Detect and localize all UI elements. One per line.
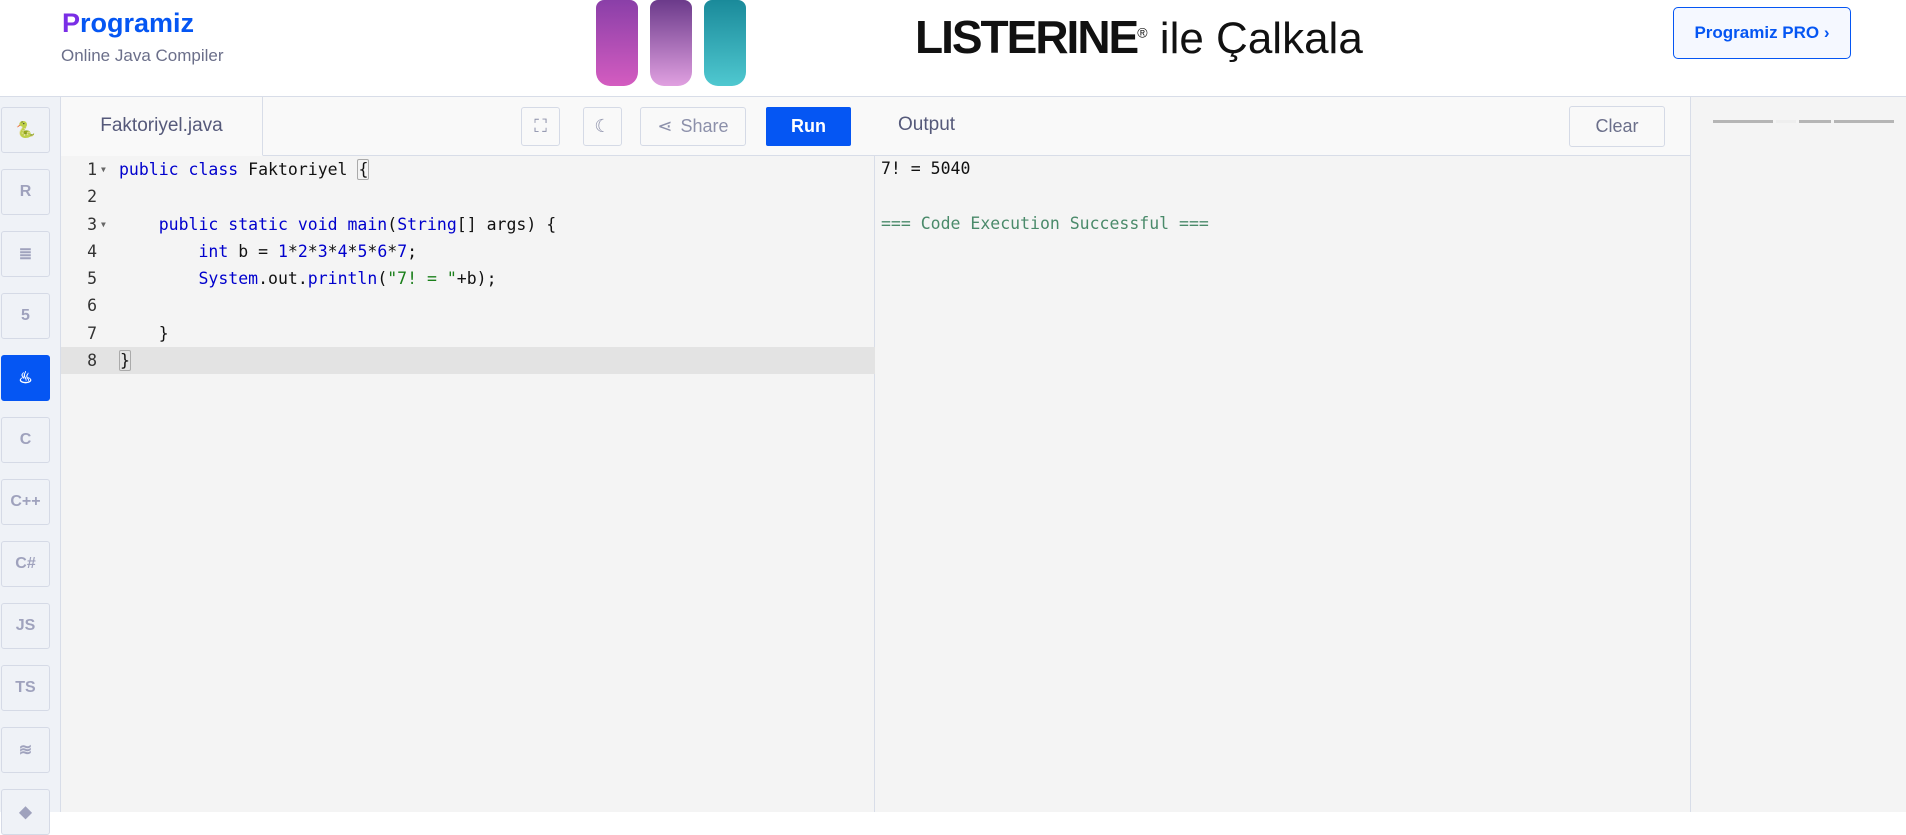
more-icon: ◆ (19, 804, 32, 821)
sidebar-item-cpp[interactable]: C++ (1, 479, 50, 525)
sidebar-item-c[interactable]: C (1, 417, 50, 463)
clear-button[interactable]: Clear (1569, 106, 1665, 147)
sidebar-item-r[interactable]: R (1, 169, 50, 215)
csharp-icon: C# (15, 555, 36, 572)
dark-mode-moon-icon[interactable]: ☾ (583, 107, 622, 146)
swift-icon: ≋ (18, 742, 33, 759)
execution-status: === Code Execution Successful === (881, 214, 1209, 233)
output-line: 7! = 5040 (881, 159, 971, 178)
c-icon: C (19, 431, 32, 448)
python-icon: 🐍 (15, 122, 36, 139)
share-button[interactable]: ⋖ Share (640, 107, 746, 146)
advertisement-banner[interactable]: LISTERINE® ile Çalkala (540, 0, 1363, 97)
language-sidebar: 🐍 R ≣ 5 ♨ C C++ C# JS TS ≋ ◆ (0, 97, 61, 835)
cpp-icon: C++ (10, 493, 41, 510)
code-area[interactable]: 1 ▼ public class Faktoriyel { 2 3 ▼ public … (61, 156, 875, 375)
run-button[interactable]: Run (766, 107, 851, 146)
loading-placeholder (1713, 120, 1773, 123)
editor-toolbar: Faktoriyel.java ⛶ ☾ ⋖ Share Run (61, 97, 875, 156)
sidebar-item-more[interactable]: ◆ (1, 789, 50, 835)
sidebar-item-python[interactable]: 🐍 (1, 107, 50, 153)
code-editor-panel: Faktoriyel.java ⛶ ☾ ⋖ Share Run 1 ▼ public … (61, 97, 875, 812)
r-icon: R (19, 183, 32, 200)
sidebar-item-html[interactable]: 5 (1, 293, 50, 339)
sidebar-item-javascript[interactable]: JS (1, 603, 50, 649)
header: Programiz Online Java Compiler LISTERINE… (0, 0, 1906, 97)
typescript-icon: TS (15, 679, 36, 696)
sql-icon: ≣ (18, 246, 33, 263)
right-panel (1690, 97, 1906, 812)
programiz-logo[interactable]: Programiz (62, 8, 194, 39)
output-title: Output (898, 114, 956, 135)
output-header: Output Clear (875, 97, 1690, 156)
sidebar-item-swift[interactable]: ≋ (1, 727, 50, 773)
share-icon: ⋖ (657, 116, 673, 136)
fullscreen-icon[interactable]: ⛶ (521, 107, 560, 146)
ad-product-image (596, 0, 746, 86)
sidebar-item-csharp[interactable]: C# (1, 541, 50, 587)
html-icon: 5 (21, 307, 30, 324)
javascript-icon: JS (15, 617, 36, 634)
ad-text: LISTERINE® ile Çalkala (915, 11, 1363, 63)
sidebar-item-java[interactable]: ♨ (1, 355, 50, 401)
output-panel: Output Clear 7! = 5040 === Code Executio… (875, 97, 1690, 812)
programiz-pro-button[interactable]: Programiz PRO › (1673, 7, 1851, 59)
java-icon: ♨ (18, 370, 33, 387)
page-subtitle: Online Java Compiler (61, 46, 224, 65)
file-tab[interactable]: Faktoriyel.java (61, 97, 263, 156)
sidebar-item-sql[interactable]: ≣ (1, 231, 50, 277)
sidebar-item-typescript[interactable]: TS (1, 665, 50, 711)
